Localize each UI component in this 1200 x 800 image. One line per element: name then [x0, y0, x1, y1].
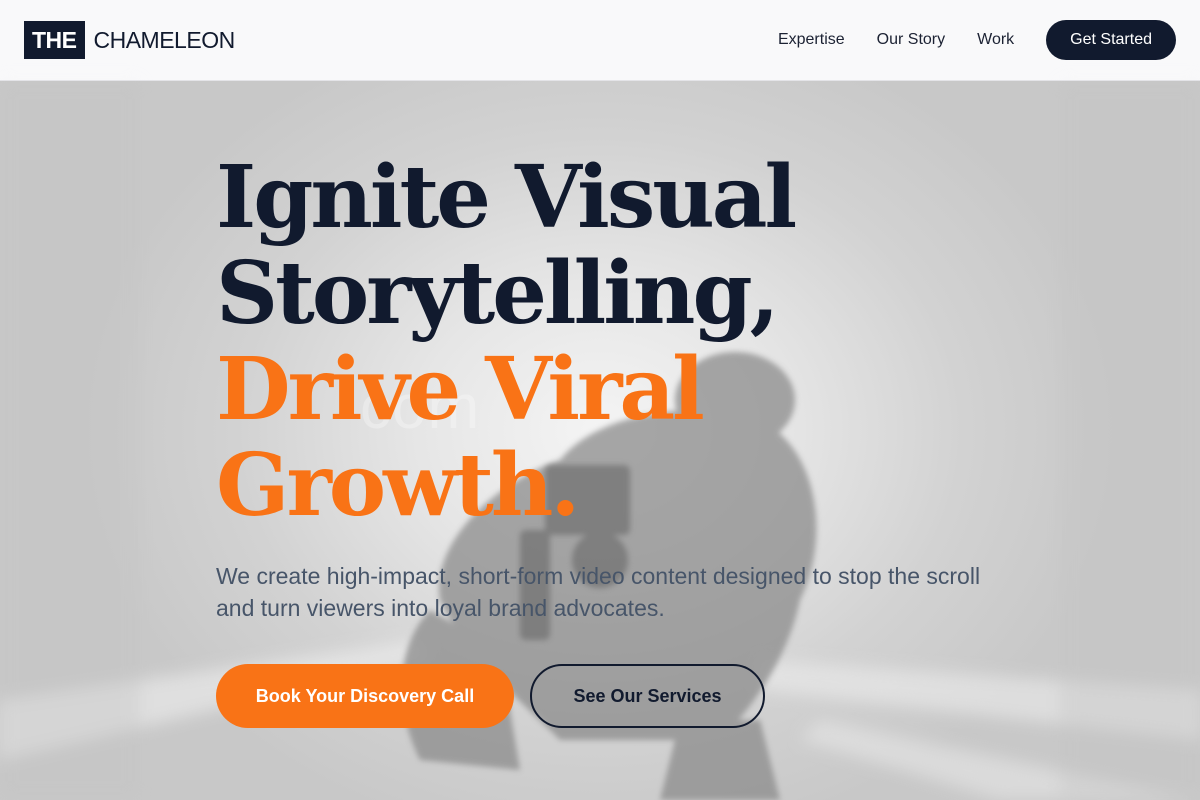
nav-link-work[interactable]: Work: [977, 31, 1014, 49]
logo-wordmark: CHAMELEON: [93, 26, 236, 53]
logo[interactable]: THE CHAMELEON: [24, 21, 235, 59]
headline-line-1: Ignite Visual: [216, 147, 797, 248]
nav-link-our-story[interactable]: Our Story: [877, 31, 945, 49]
hero-subtext: We create high-impact, short-form video …: [216, 563, 981, 621]
nav-link-expertise[interactable]: Expertise: [778, 31, 845, 49]
headline-line-4: Growth.: [216, 435, 580, 536]
hero-headline: Ignite Visual Storytelling, Drive Viral …: [216, 147, 797, 536]
main-nav: Expertise Our Story Work Get Started: [778, 20, 1176, 60]
see-our-services-button[interactable]: See Our Services: [530, 664, 765, 728]
get-started-button[interactable]: Get Started: [1046, 20, 1176, 60]
site-header: THE CHAMELEON Expertise Our Story Work G…: [0, 0, 1200, 81]
headline-line-3: Drive Viral: [216, 339, 705, 440]
logo-box: THE: [24, 21, 85, 59]
headline-line-2: Storytelling,: [216, 243, 780, 344]
book-discovery-call-button[interactable]: Book Your Discovery Call: [216, 664, 514, 728]
